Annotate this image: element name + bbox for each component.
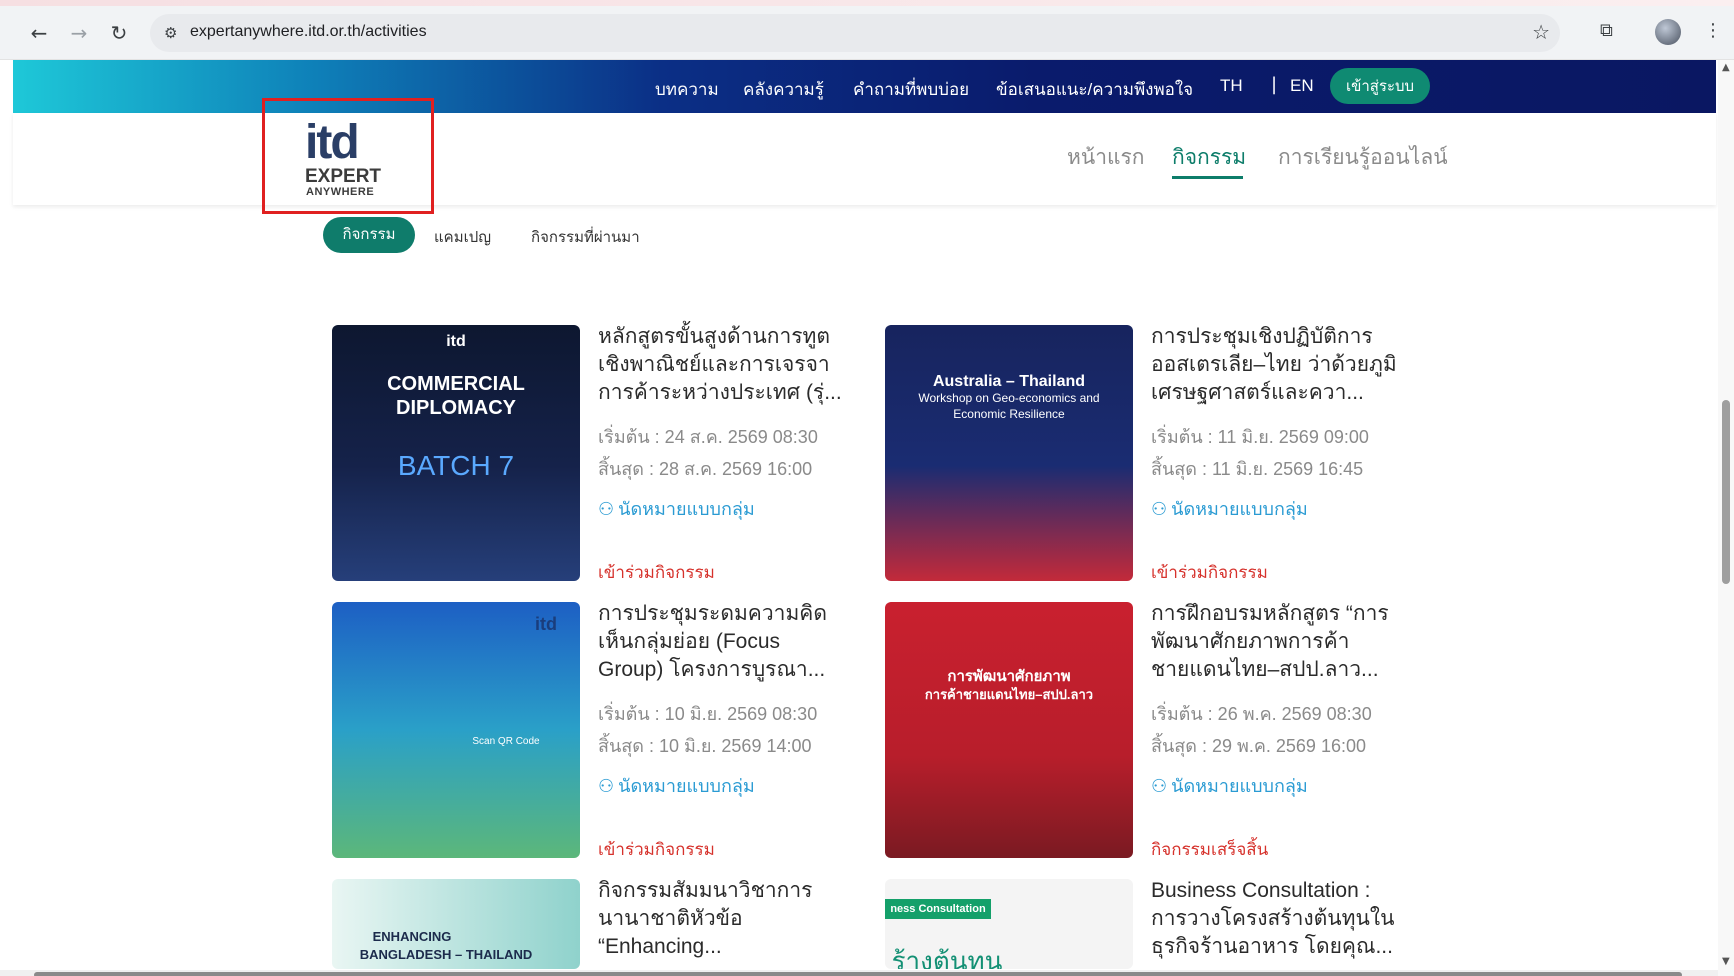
scroll-up-arrow-icon[interactable]: ▲ <box>1722 62 1730 73</box>
menu-kebab-icon[interactable]: ⋮ <box>1704 20 1722 41</box>
card-title[interactable]: หลักสูตรขั้นสูงด้านการทูตเชิงพาณิชย์และก… <box>598 323 848 407</box>
group-icon: ⚇ <box>598 499 615 519</box>
card-type: ⚇ นัดหมายแบบกลุ่ม <box>1151 499 1308 519</box>
bookmark-star-icon[interactable]: ☆ <box>1532 20 1550 44</box>
activity-finished-label: กิจกรรมเสร็จสิ้น <box>1151 840 1269 859</box>
join-activity-link[interactable]: เข้าร่วมกิจกรรม <box>598 836 715 863</box>
card-thumbnail[interactable]: itd COMMERCIAL DIPLOMACY BATCH 7 <box>332 325 580 581</box>
card-title[interactable]: การฝึกอบรมหลักสูตร “การพัฒนาศักยภาพการค้… <box>1151 600 1401 684</box>
tab-strip-edge <box>0 0 1734 6</box>
nav-feedback[interactable]: ข้อเสนอแนะ/ความพึงพอใจ <box>996 76 1193 103</box>
card-type: ⚇ นัดหมายแบบกลุ่ม <box>1151 776 1308 796</box>
card-thumbnail[interactable]: ENHANCING BANGLADESH – THAILAND <box>332 879 580 969</box>
card-type: ⚇ นัดหมายแบบกลุ่ม <box>598 776 755 796</box>
card-start-date: เริ่มต้น : 10 มิ.ย. 2569 08:30 <box>598 704 818 724</box>
group-icon: ⚇ <box>1151 499 1168 519</box>
lang-en[interactable]: EN <box>1290 76 1314 96</box>
extensions-icon[interactable]: ⧉ <box>1600 20 1613 41</box>
scroll-down-arrow-icon[interactable]: ▼ <box>1722 956 1730 967</box>
site-settings-icon[interactable]: ⚙ <box>164 23 184 43</box>
card-title[interactable]: การประชุมเชิงปฏิบัติการออสเตรเลีย–ไทย ว่… <box>1151 323 1401 407</box>
nav-knowledge[interactable]: คลังความรู้ <box>743 76 824 103</box>
nav-activities[interactable]: กิจกรรม <box>1172 141 1246 174</box>
card-end-date: สิ้นสุด : 11 มิ.ย. 2569 16:45 <box>1151 459 1364 479</box>
lang-th[interactable]: TH <box>1220 76 1243 96</box>
profile-avatar[interactable] <box>1655 19 1681 45</box>
horizontal-scroll-thumb[interactable] <box>34 972 1682 976</box>
nav-online-learning[interactable]: การเรียนรู้ออนไลน์ <box>1278 141 1448 174</box>
logo-expert: EXPERT <box>305 166 382 187</box>
active-underline <box>1172 176 1243 179</box>
card-thumbnail[interactable]: การพัฒนาศักยภาพ การค้าชายแดนไทย–สปป.ลาว <box>885 602 1133 858</box>
join-activity-link[interactable]: เข้าร่วมกิจกรรม <box>598 559 715 586</box>
subtab-campaign[interactable]: แคมเปญ <box>434 225 491 249</box>
group-icon: ⚇ <box>1151 776 1168 796</box>
nav-home[interactable]: หน้าแรก <box>1067 141 1145 174</box>
vertical-scroll-thumb[interactable] <box>1722 400 1730 584</box>
card-start-date: เริ่มต้น : 24 ส.ค. 2569 08:30 <box>598 427 818 447</box>
card-end-date: สิ้นสุด : 29 พ.ค. 2569 16:00 <box>1151 736 1366 756</box>
browser-chrome: ← → ↻ ⚙ expertanywhere.itd.or.th/activit… <box>0 0 1734 60</box>
nav-faq[interactable]: คำถามที่พบบ่อย <box>853 76 969 103</box>
url-text[interactable]: expertanywhere.itd.or.th/activities <box>190 23 427 41</box>
card-thumbnail[interactable]: Australia – Thailand Workshop on Geo-eco… <box>885 325 1133 581</box>
card-thumbnail[interactable]: ness Consultation ร้างต้นทุน <box>885 879 1133 969</box>
lang-separator: | <box>1271 74 1278 95</box>
join-activity-link[interactable]: เข้าร่วมกิจกรรม <box>1151 559 1268 586</box>
card-title[interactable]: การประชุมระดมความคิดเห็นกลุ่มย่อย (Focus… <box>598 600 848 684</box>
card-end-date: สิ้นสุด : 10 มิ.ย. 2569 14:00 <box>598 736 812 756</box>
card-type: ⚇ นัดหมายแบบกลุ่ม <box>598 499 755 519</box>
card-start-date: เริ่มต้น : 11 มิ.ย. 2569 09:00 <box>1151 427 1369 447</box>
subtab-past[interactable]: กิจกรรมที่ผ่านมา <box>531 225 640 249</box>
card-title[interactable]: Business Consultation : การวางโครงสร้างต… <box>1151 877 1401 961</box>
logo-anywhere: ANYWHERE <box>306 186 375 198</box>
back-icon[interactable]: ← <box>26 20 52 46</box>
subtab-activities[interactable]: กิจกรรม <box>323 217 415 253</box>
card-start-date: เริ่มต้น : 26 พ.ค. 2569 08:30 <box>1151 704 1372 724</box>
card-thumbnail[interactable]: itd Scan QR Code <box>332 602 580 858</box>
logo-itd[interactable]: itd <box>305 118 360 168</box>
group-icon: ⚇ <box>598 776 615 796</box>
login-button[interactable]: เข้าสู่ระบบ <box>1330 68 1430 104</box>
card-end-date: สิ้นสุด : 28 ส.ค. 2569 16:00 <box>598 459 813 479</box>
nav-articles[interactable]: บทความ <box>655 76 719 103</box>
card-title[interactable]: กิจกรรมสัมมนาวิชาการนานาชาติหัวข้อ “Enha… <box>598 877 848 961</box>
address-bar[interactable]: ⚙ expertanywhere.itd.or.th/activities ☆ <box>150 14 1560 52</box>
forward-icon[interactable]: → <box>66 20 92 46</box>
reload-icon[interactable]: ↻ <box>106 20 132 46</box>
